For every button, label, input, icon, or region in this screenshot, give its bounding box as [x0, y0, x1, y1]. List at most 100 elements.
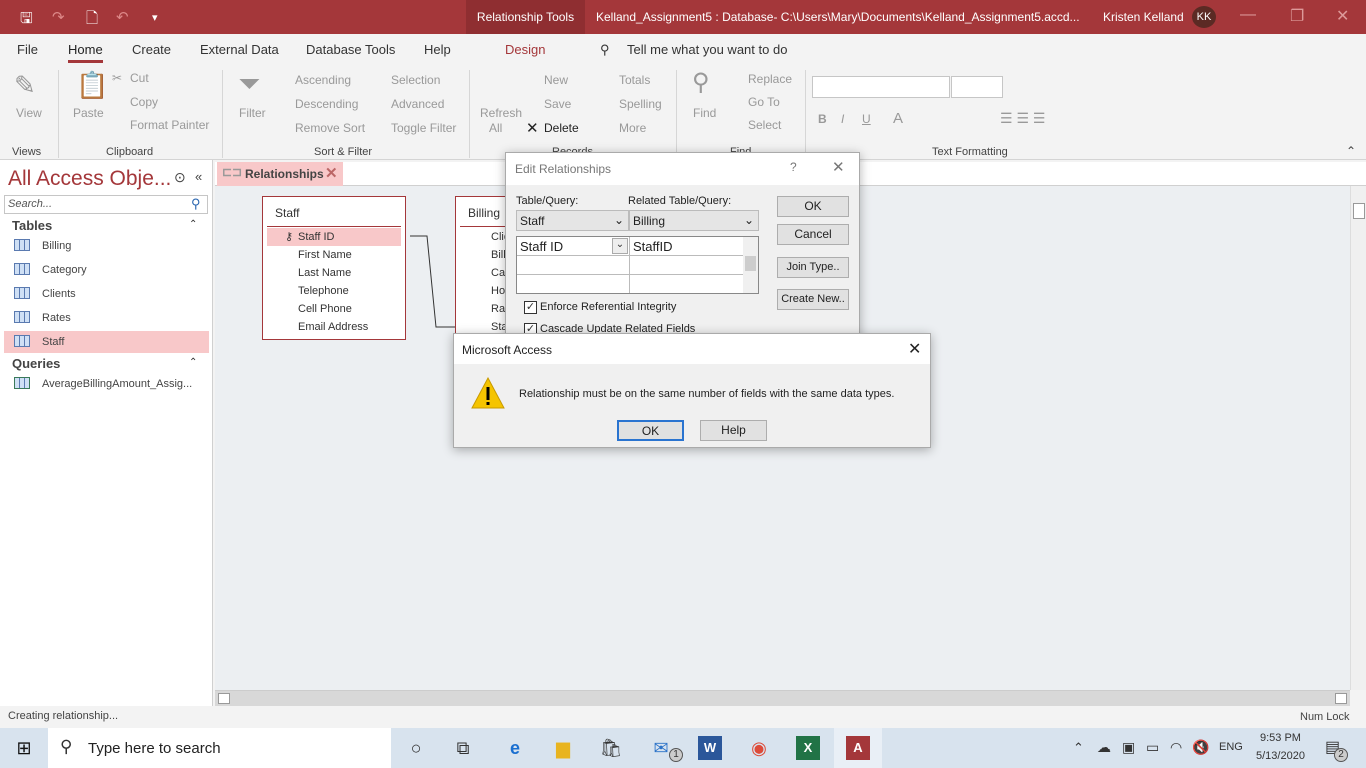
- windows-start-icon[interactable]: ⊞: [12, 736, 36, 760]
- field[interactable]: Ho: [460, 282, 510, 300]
- security-icon[interactable]: ▣: [1122, 739, 1135, 756]
- find-button[interactable]: Find: [693, 106, 716, 120]
- clock-date[interactable]: 5/13/2020: [1256, 750, 1305, 762]
- tab-help[interactable]: Help: [424, 42, 451, 57]
- cut-button[interactable]: Cut: [130, 71, 149, 85]
- bold-button[interactable]: B: [818, 112, 827, 126]
- nav-search-input[interactable]: Search...: [4, 195, 208, 214]
- tab-home[interactable]: Home: [68, 42, 103, 63]
- excel-icon[interactable]: X: [796, 736, 820, 760]
- collapse-ribbon-icon[interactable]: ⌃: [1346, 144, 1356, 158]
- tab-design[interactable]: Design: [505, 42, 545, 57]
- create-new-button[interactable]: Create New..: [777, 289, 849, 310]
- field-dropdown-icon[interactable]: ⌄: [612, 238, 628, 254]
- show-hidden-icons[interactable]: ⌃: [1073, 740, 1084, 756]
- table-select[interactable]: Staff ⌄: [516, 210, 629, 231]
- copy-button[interactable]: Copy: [130, 95, 158, 109]
- help-button[interactable]: Help: [700, 420, 767, 441]
- redo-icon[interactable]: ↷: [52, 8, 65, 26]
- field[interactable]: Rat: [460, 300, 510, 318]
- spelling-button[interactable]: Spelling: [619, 97, 662, 111]
- staff-table-box[interactable]: Staff ⚷ Staff ID First Name Last Name Tel…: [262, 196, 406, 340]
- close-tab-icon[interactable]: ✕: [325, 164, 338, 182]
- new-record-button[interactable]: New: [544, 73, 568, 87]
- horizontal-scrollbar[interactable]: [215, 690, 1350, 706]
- field-staff-id[interactable]: ⚷ Staff ID: [267, 228, 401, 246]
- onedrive-icon[interactable]: ☁: [1097, 739, 1111, 756]
- field[interactable]: Cat: [460, 264, 510, 282]
- close-icon[interactable]: ✕: [1336, 6, 1349, 26]
- relationship-line[interactable]: [405, 230, 460, 330]
- close-icon[interactable]: ✕: [832, 158, 845, 176]
- ok-button[interactable]: OK: [617, 420, 684, 441]
- nav-item-rates[interactable]: Rates: [4, 307, 209, 329]
- grid-scrollbar[interactable]: [743, 237, 758, 293]
- scroll-left-button[interactable]: [218, 693, 230, 704]
- related-table-select[interactable]: Billing ⌄: [629, 210, 759, 231]
- related-field-cell[interactable]: StaffID: [633, 239, 673, 254]
- cancel-button[interactable]: Cancel: [777, 224, 849, 245]
- nav-item-clients[interactable]: Clients: [4, 283, 209, 305]
- remove-sort-button[interactable]: Remove Sort: [295, 121, 365, 135]
- field[interactable]: Clie: [460, 228, 510, 246]
- tab-external-data[interactable]: External Data: [200, 42, 279, 57]
- nav-menu-icon[interactable]: ⊙: [174, 169, 186, 186]
- word-icon[interactable]: W: [698, 736, 722, 760]
- totals-button[interactable]: Totals: [619, 73, 650, 87]
- nav-item-billing[interactable]: Billing: [4, 235, 209, 257]
- chrome-icon[interactable]: ◉: [747, 736, 771, 760]
- language-indicator[interactable]: ENG: [1219, 741, 1243, 753]
- collapse-pane-icon[interactable]: «: [195, 169, 202, 184]
- format-painter-button[interactable]: Format Painter: [130, 118, 209, 132]
- taskbar-search[interactable]: ⚲ Type here to search: [48, 728, 391, 768]
- refresh-all-button[interactable]: Refresh: [480, 106, 522, 120]
- tab-relationships[interactable]: ⊏⊐ Relationships ✕: [217, 162, 343, 186]
- nav-item-staff[interactable]: Staff: [4, 331, 209, 353]
- fields-grid[interactable]: Staff ID ⌄ StaffID: [516, 236, 759, 294]
- user-name[interactable]: Kristen Kelland: [1103, 10, 1184, 24]
- customize-toolbar-icon[interactable]: ▾: [152, 11, 158, 24]
- tab-create[interactable]: Create: [132, 42, 171, 57]
- tell-me-box[interactable]: Tell me what you want to do: [627, 42, 787, 57]
- font-color-button[interactable]: A: [893, 110, 903, 127]
- advanced-button[interactable]: Advanced: [391, 97, 444, 111]
- toggle-filter-button[interactable]: Toggle Filter: [391, 121, 456, 135]
- undo-icon[interactable]: ↶: [116, 8, 129, 26]
- goto-button[interactable]: Go To: [748, 95, 780, 109]
- vertical-scrollbar[interactable]: [1350, 186, 1366, 690]
- restore-icon[interactable]: ❐: [1290, 6, 1304, 26]
- save-record-button[interactable]: Save: [544, 97, 571, 111]
- battery-icon[interactable]: ▭: [1146, 739, 1159, 756]
- view-button[interactable]: View: [16, 106, 42, 120]
- nav-item-category[interactable]: Category: [4, 259, 209, 281]
- scroll-right-button[interactable]: [1335, 693, 1347, 704]
- store-icon[interactable]: 🛍: [599, 736, 623, 760]
- more-button[interactable]: More: [619, 121, 646, 135]
- paste-button[interactable]: Paste: [73, 106, 104, 120]
- file-explorer-icon[interactable]: ▆: [551, 736, 575, 760]
- replace-button[interactable]: Replace: [748, 72, 792, 86]
- selection-button[interactable]: Selection: [391, 73, 440, 87]
- help-icon[interactable]: ?: [790, 160, 797, 174]
- access-icon[interactable]: A: [846, 736, 870, 760]
- nav-item-query[interactable]: AverageBillingAmount_Assig...: [4, 373, 209, 395]
- field[interactable]: Cell Phone: [267, 300, 401, 318]
- field[interactable]: Email Address: [267, 318, 401, 336]
- save-icon[interactable]: 🖫: [20, 8, 33, 33]
- new-document-icon[interactable]: 🗋: [86, 8, 98, 33]
- ok-button[interactable]: OK: [777, 196, 849, 217]
- close-icon[interactable]: ✕: [908, 339, 921, 359]
- wifi-icon[interactable]: ◠: [1170, 739, 1182, 756]
- field[interactable]: First Name: [267, 246, 401, 264]
- volume-muted-icon[interactable]: 🔇: [1192, 739, 1209, 756]
- queries-header[interactable]: Queries: [12, 356, 60, 371]
- task-view-icon[interactable]: ⧉: [451, 736, 475, 760]
- tables-header[interactable]: Tables: [12, 218, 52, 233]
- ascending-button[interactable]: Ascending: [295, 73, 351, 87]
- cortana-icon[interactable]: ○: [404, 736, 428, 760]
- field[interactable]: Last Name: [267, 264, 401, 282]
- font-size-combo[interactable]: [951, 76, 1003, 98]
- underline-button[interactable]: U: [862, 112, 871, 126]
- font-name-combo[interactable]: [812, 76, 950, 98]
- filter-button[interactable]: Filter: [239, 106, 266, 120]
